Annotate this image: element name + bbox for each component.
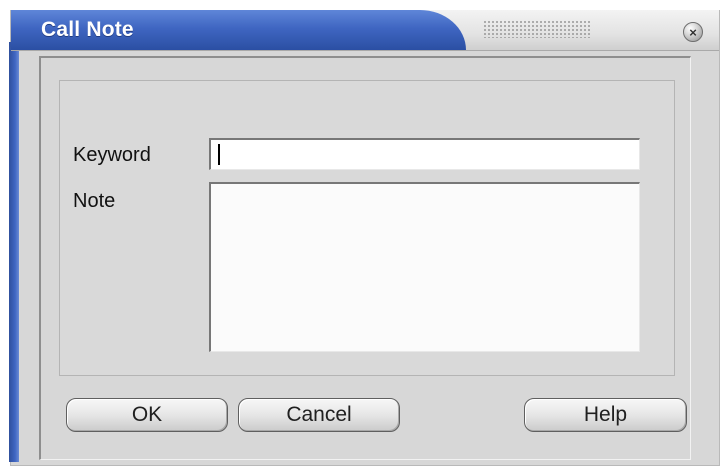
title-bar[interactable]: Call Note × [11, 10, 719, 51]
text-caret [218, 144, 220, 165]
close-icon[interactable]: × [683, 22, 703, 42]
grip-icon[interactable] [483, 20, 591, 38]
keyword-input[interactable] [209, 138, 640, 170]
ok-button[interactable]: OK [66, 398, 228, 432]
help-button[interactable]: Help [524, 398, 687, 432]
keyword-label: Keyword [73, 144, 151, 166]
note-textarea[interactable] [209, 182, 640, 352]
call-note-dialog: Call Note × Keyword Note OK Cancel Help [9, 10, 720, 466]
dialog-content: Keyword Note OK Cancel Help [39, 56, 691, 460]
window-title: Call Note [41, 18, 134, 41]
note-label: Note [73, 190, 116, 212]
window-left-accent [9, 42, 19, 462]
cancel-button[interactable]: Cancel [238, 398, 400, 432]
title-tab: Call Note [11, 10, 466, 50]
